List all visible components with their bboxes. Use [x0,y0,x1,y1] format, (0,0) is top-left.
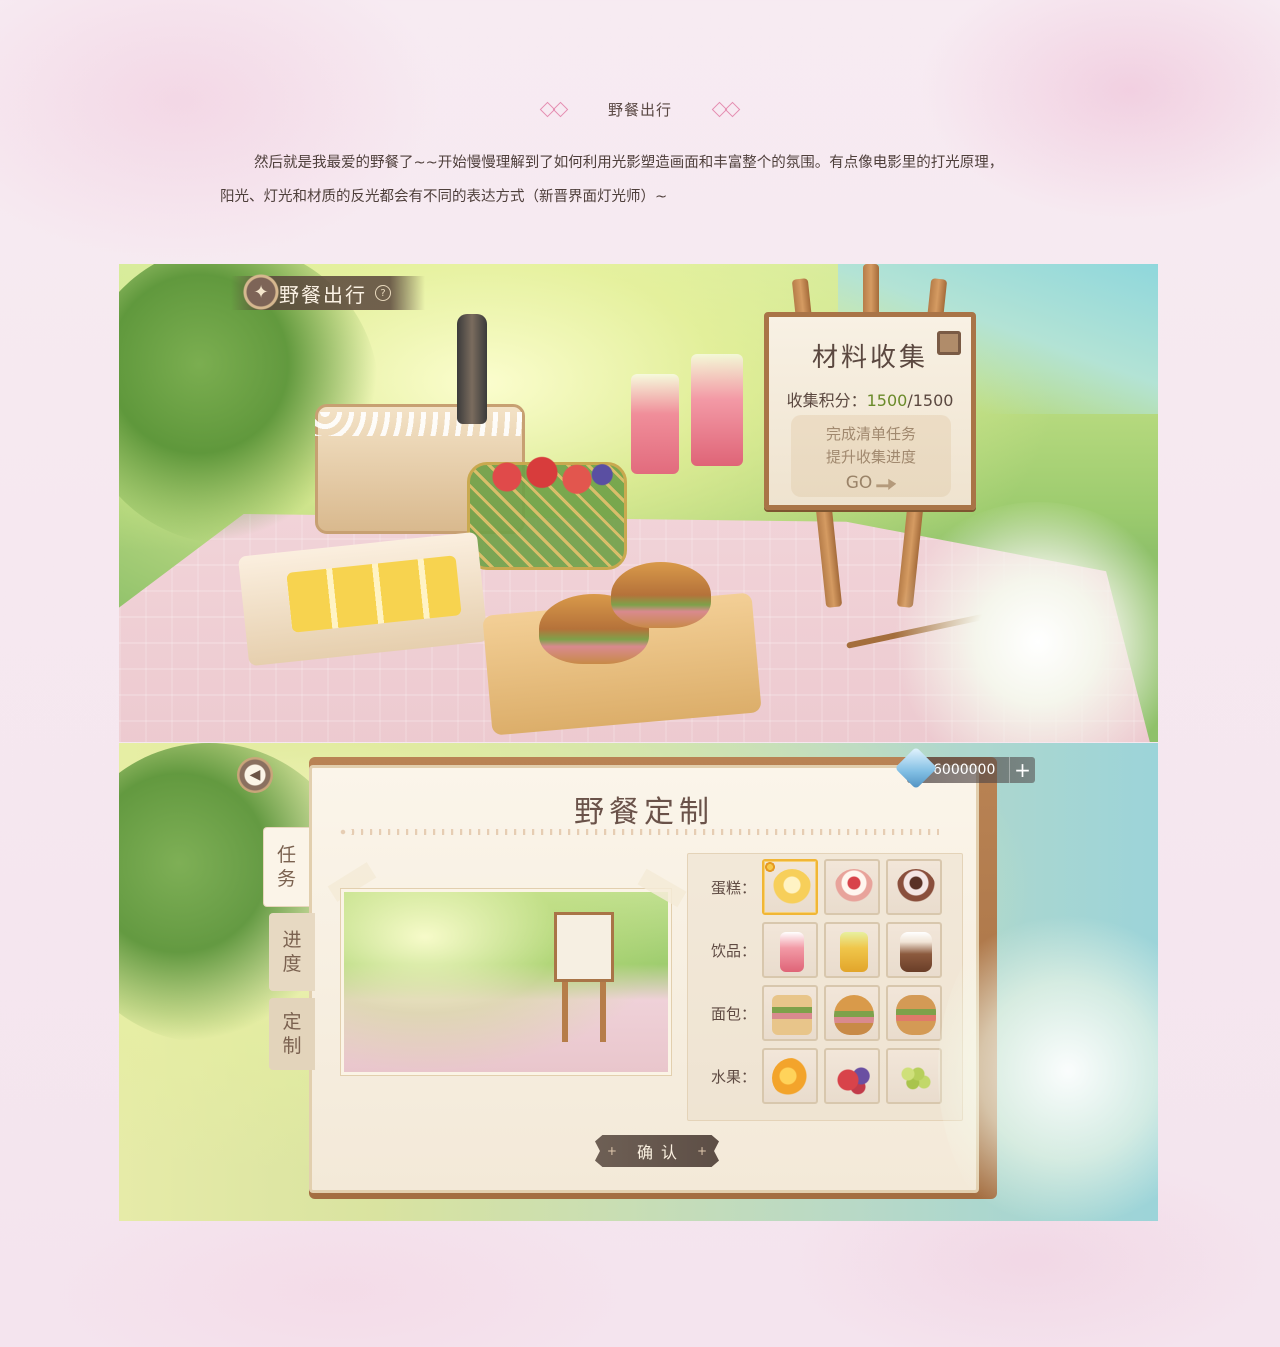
preview-easel-board [554,912,614,982]
food-slot-berries[interactable] [824,1048,880,1104]
cupcake-icon [896,869,936,909]
food-slot-strawberry-soda[interactable] [762,922,818,978]
drink-icon [900,932,932,972]
croissant-sandwich[interactable] [611,562,711,628]
cake-icon [772,869,812,909]
score-current: 1500 [866,391,908,410]
food-row-cake: 蛋糕： [688,858,964,916]
intro-paragraph: 然后就是我最爱的野餐了~~开始慢慢理解到了如何利用光影塑造画面和丰富整个的氛围。… [220,146,1120,214]
custom-screen: ◀ 6000000 + 野餐定制 任 务 进 度 定 制 蛋糕： 饮品： 面包：… [119,743,1158,1221]
food-slot-chocolate-cupcake[interactable] [886,859,942,915]
confirm-label: 确认 [636,1143,685,1162]
dotted-divider [339,829,939,835]
task-line-2: 提升收集进度 [825,448,916,466]
food-slot-orange-cake[interactable] [762,859,818,915]
drink-icon [840,932,868,972]
food-slot-club-sandwich[interactable] [762,985,818,1041]
screen-title-tag: ✦ 野餐出行 ? [231,270,425,314]
food-slot-oranges[interactable] [762,1048,818,1104]
intro-line-1: 然后就是我最爱的野餐了~~开始慢慢理解到了如何利用光影塑造画面和丰富整个的氛围。… [254,155,1004,171]
material-collection-board[interactable]: 材料收集 收集积分：1500/1500 完成清单任务 提升收集进度 GO [764,312,976,510]
tab-label-bottom: 务 [276,868,296,890]
sandwich-icon [834,995,874,1035]
food-slot-strawberry-cream-cake[interactable] [824,859,880,915]
picnic-screen: 材料收集 收集积分：1500/1500 完成清单任务 提升收集进度 GO ✦ 野… [119,264,1158,742]
sparkle-icon: + [606,1144,617,1158]
food-slot-cocoa-latte[interactable] [886,922,942,978]
back-button[interactable]: ◀ [237,757,273,793]
food-category-label: 面包： [710,1004,756,1023]
basket-lace [315,412,525,436]
currency-bar: 6000000 + [894,746,1035,790]
add-currency-button[interactable]: + [1009,757,1035,783]
food-row-bread: 面包： [688,984,964,1042]
food-slot-croissant-sandwich[interactable] [824,985,880,1041]
food-slot-grapes[interactable] [886,1048,942,1104]
score-label: 收集积分： [786,391,867,410]
drink-icon [780,932,804,972]
confirm-button[interactable]: + 确认 + [595,1135,719,1167]
sparkle-icon: + [697,1144,708,1158]
food-slot-lemon-tea[interactable] [824,922,880,978]
tab-progress[interactable]: 进 度 [269,913,315,991]
go-label: GO [845,473,873,493]
food-category-label: 蛋糕： [710,878,756,897]
diamond-ornament-left-icon [539,101,569,117]
orange-icon [772,1058,812,1098]
custom-title: 野餐定制 [574,795,714,830]
butterfly-emblem-icon: ✦ [239,270,283,314]
diamond-ornament-right-icon [711,101,741,117]
task-line-1: 完成清单任务 [825,425,916,443]
section-header: 野餐出行 [0,96,1280,122]
food-selection-panel: 蛋糕： 饮品： 面包： 水果： [687,853,963,1121]
food-slot-sub-sandwich[interactable] [886,985,942,1041]
tab-task[interactable]: 任 务 [263,827,309,907]
section-title: 野餐出行 [607,100,672,119]
question-icon[interactable]: ? [375,285,391,301]
tab-custom[interactable]: 定 制 [269,998,315,1070]
picnic-preview-photo [341,889,671,1075]
food-row-drink: 饮品： [688,921,964,979]
food-category-label: 饮品： [710,941,756,960]
grapes-icon [896,1058,936,1098]
gift-icon [937,331,961,355]
cake-icon [834,869,874,909]
food-category-label: 水果： [710,1067,756,1086]
back-arrow-icon: ◀ [249,767,261,783]
strawberry-soda-glass[interactable] [691,354,743,466]
currency-amount: 6000000 [933,762,996,778]
score-total: 1500 [912,391,954,410]
screen-title: 野餐出行 [279,282,367,307]
drink-bottle[interactable] [457,314,487,424]
food-row-fruit: 水果： [688,1047,964,1105]
berries-icon [834,1058,874,1098]
collection-score: 收集积分：1500/1500 [769,387,971,411]
arrow-icon [876,478,897,490]
strawberries [479,454,619,500]
sandwich-icon [896,995,936,1035]
tab-label-bottom: 制 [282,1035,302,1057]
intro-line-2: 阳光、灯光和材质的反光都会有不同的表达方式（新晋界面灯光师）~ [220,189,668,205]
strawberry-soda-glass[interactable] [631,374,679,474]
tab-label-top: 定 [282,1011,302,1033]
tab-label-top: 进 [282,929,302,951]
sandwich-icon [772,995,812,1035]
task-prompt[interactable]: 完成清单任务 提升收集进度 GO [791,415,951,497]
tab-label-bottom: 度 [282,953,302,975]
go-button[interactable]: GO [846,473,897,493]
preview-easel-legs [562,982,606,1042]
tab-label-top: 任 [276,844,296,866]
